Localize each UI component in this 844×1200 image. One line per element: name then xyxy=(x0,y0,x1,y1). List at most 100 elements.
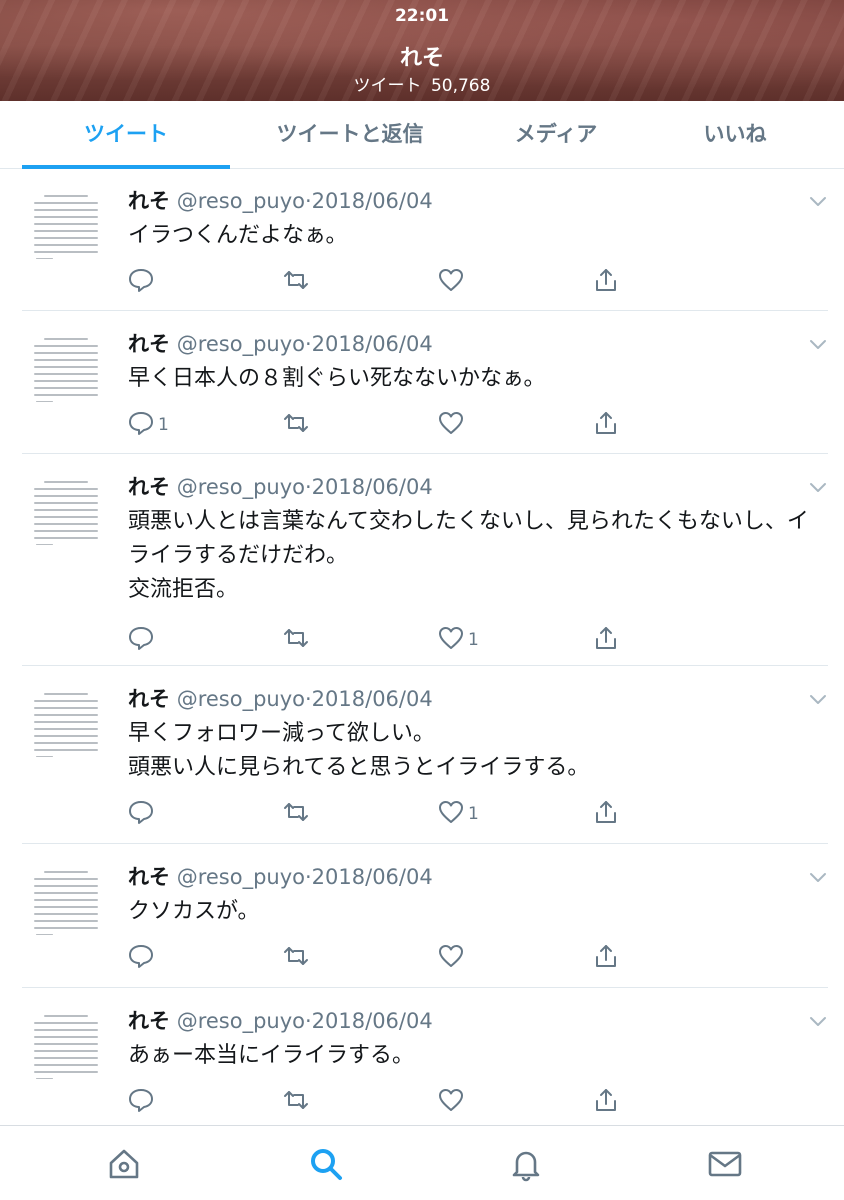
tweet-author-handle[interactable]: @reso_puyo xyxy=(177,865,305,889)
tweet-header: れそ @reso_puyo·2018/06/04 xyxy=(128,861,433,891)
retweet-icon xyxy=(283,625,309,656)
like-button[interactable] xyxy=(438,1087,468,1117)
tweet-date[interactable]: 2018/06/04 xyxy=(312,332,433,356)
chevron-down-icon[interactable] xyxy=(808,691,828,705)
tweet-author-handle[interactable]: @reso_puyo xyxy=(177,189,305,213)
retweet-button[interactable] xyxy=(283,1087,309,1117)
tweet-author-handle[interactable]: @reso_puyo xyxy=(177,475,305,499)
tweet[interactable]: れそ @reso_puyo·2018/06/04 クソカスが。 xyxy=(22,845,828,988)
tweet-author-name[interactable]: れそ xyxy=(128,865,170,889)
tweet-header: れそ @reso_puyo·2018/06/04 xyxy=(128,1005,433,1035)
reply-button[interactable] xyxy=(128,943,158,973)
tweet-date[interactable]: 2018/06/04 xyxy=(312,1009,433,1033)
tweet-author-name[interactable]: れそ xyxy=(128,332,170,356)
home-icon[interactable] xyxy=(106,1146,142,1182)
tab-tweets[interactable]: ツイート xyxy=(22,101,230,169)
reply-icon xyxy=(128,625,154,656)
share-button[interactable] xyxy=(593,1087,619,1117)
reply-button[interactable] xyxy=(128,267,158,297)
tweet-text: イラつくんだよなぁ。 xyxy=(128,223,348,248)
tweet[interactable]: れそ @reso_puyo·2018/06/04 早く日本人の８割ぐらい死なないか… xyxy=(22,312,828,454)
chevron-down-icon[interactable] xyxy=(808,869,828,883)
tweet-header: れそ @reso_puyo·2018/06/04 xyxy=(128,185,433,215)
tweet-author-name[interactable]: れそ xyxy=(128,687,170,711)
status-bar-time: 22:01 xyxy=(394,6,450,26)
tweet-text: クソカスが。 xyxy=(128,899,260,924)
tweet-header: れそ @reso_puyo·2018/06/04 xyxy=(128,328,433,358)
search-icon[interactable] xyxy=(308,1146,344,1182)
like-count: 1 xyxy=(468,630,479,650)
reply-icon xyxy=(128,410,154,441)
notifications-icon[interactable] xyxy=(508,1146,544,1182)
reply-button[interactable] xyxy=(128,799,158,829)
tweet-count-value: 50,768 xyxy=(430,76,491,96)
tweet[interactable]: れそ @reso_puyo·2018/06/04 早くフォロワー減って欲しい。 頭… xyxy=(22,667,828,844)
retweet-button[interactable] xyxy=(283,799,309,829)
like-button[interactable]: 1 xyxy=(438,625,479,655)
retweet-button[interactable] xyxy=(283,625,309,655)
share-button[interactable] xyxy=(593,625,619,655)
like-button[interactable] xyxy=(438,267,468,297)
tweet-date[interactable]: 2018/06/04 xyxy=(312,475,433,499)
tweet-header: れそ @reso_puyo·2018/06/04 xyxy=(128,683,433,713)
tweet[interactable]: れそ @reso_puyo·2018/06/04 イラつくんだよなぁ。 xyxy=(22,169,828,311)
share-button[interactable] xyxy=(593,943,619,973)
timeline[interactable]: れそ @reso_puyo·2018/06/04 イラつくんだよなぁ。 れそ @re… xyxy=(0,169,844,1125)
separator-dot: · xyxy=(304,189,312,213)
share-icon xyxy=(593,267,619,298)
tweet-actions xyxy=(128,1087,828,1117)
chevron-down-icon[interactable] xyxy=(808,1013,828,1027)
tweet-date[interactable]: 2018/06/04 xyxy=(312,687,433,711)
chevron-down-icon[interactable] xyxy=(808,193,828,207)
share-icon xyxy=(593,410,619,441)
share-button[interactable] xyxy=(593,799,619,829)
chevron-down-icon[interactable] xyxy=(808,336,828,350)
tab-media[interactable]: メディア xyxy=(470,101,642,169)
share-icon xyxy=(593,625,619,656)
avatar[interactable] xyxy=(22,328,110,416)
tweet-date[interactable]: 2018/06/04 xyxy=(312,865,433,889)
reply-icon xyxy=(128,267,154,298)
tweet-actions: 1 xyxy=(128,799,828,829)
reply-button[interactable] xyxy=(128,1087,158,1117)
share-button[interactable] xyxy=(593,410,619,440)
tweet[interactable]: れそ @reso_puyo·2018/06/04 頭悪い人とは言葉なんて交わしたく… xyxy=(22,455,828,666)
avatar[interactable] xyxy=(22,861,110,949)
avatar[interactable] xyxy=(22,185,110,273)
tab-tweets-and-replies[interactable]: ツイートと返信 xyxy=(245,101,455,169)
tweet-author-handle[interactable]: @reso_puyo xyxy=(177,687,305,711)
messages-icon[interactable] xyxy=(707,1146,743,1182)
reply-button[interactable] xyxy=(128,625,158,655)
avatar[interactable] xyxy=(22,1005,110,1093)
avatar[interactable] xyxy=(22,471,110,559)
retweet-button[interactable] xyxy=(283,267,309,297)
heart-icon xyxy=(438,943,464,974)
tweet-author-handle[interactable]: @reso_puyo xyxy=(177,332,305,356)
reply-button[interactable]: 1 xyxy=(128,410,169,440)
share-icon xyxy=(593,943,619,974)
retweet-button[interactable] xyxy=(283,943,309,973)
share-button[interactable] xyxy=(593,267,619,297)
heart-icon xyxy=(438,625,464,656)
like-button[interactable]: 1 xyxy=(438,799,479,829)
avatar[interactable] xyxy=(22,683,110,771)
tab-likes[interactable]: いいね xyxy=(650,101,820,169)
profile-name: れそ xyxy=(399,46,444,71)
profile-tabs: ツイート ツイートと返信 メディア いいね xyxy=(0,101,844,169)
tweet[interactable]: れそ @reso_puyo·2018/06/04 あぁー本当にイライラする。 xyxy=(22,989,828,1125)
tweet-actions: 1 xyxy=(128,625,828,655)
tweet-date[interactable]: 2018/06/04 xyxy=(312,189,433,213)
retweet-button[interactable] xyxy=(283,410,309,440)
tweet-count: ツイート 50,768 xyxy=(0,71,844,96)
like-button[interactable] xyxy=(438,410,468,440)
chevron-down-icon[interactable] xyxy=(808,479,828,493)
retweet-icon xyxy=(283,410,309,441)
like-button[interactable] xyxy=(438,943,468,973)
tweet-author-name[interactable]: れそ xyxy=(128,1009,170,1033)
reply-icon xyxy=(128,1087,154,1118)
retweet-icon xyxy=(283,267,309,298)
like-count: 1 xyxy=(468,804,479,824)
tweet-author-name[interactable]: れそ xyxy=(128,189,170,213)
tweet-author-handle[interactable]: @reso_puyo xyxy=(177,1009,305,1033)
tweet-author-name[interactable]: れそ xyxy=(128,475,170,499)
